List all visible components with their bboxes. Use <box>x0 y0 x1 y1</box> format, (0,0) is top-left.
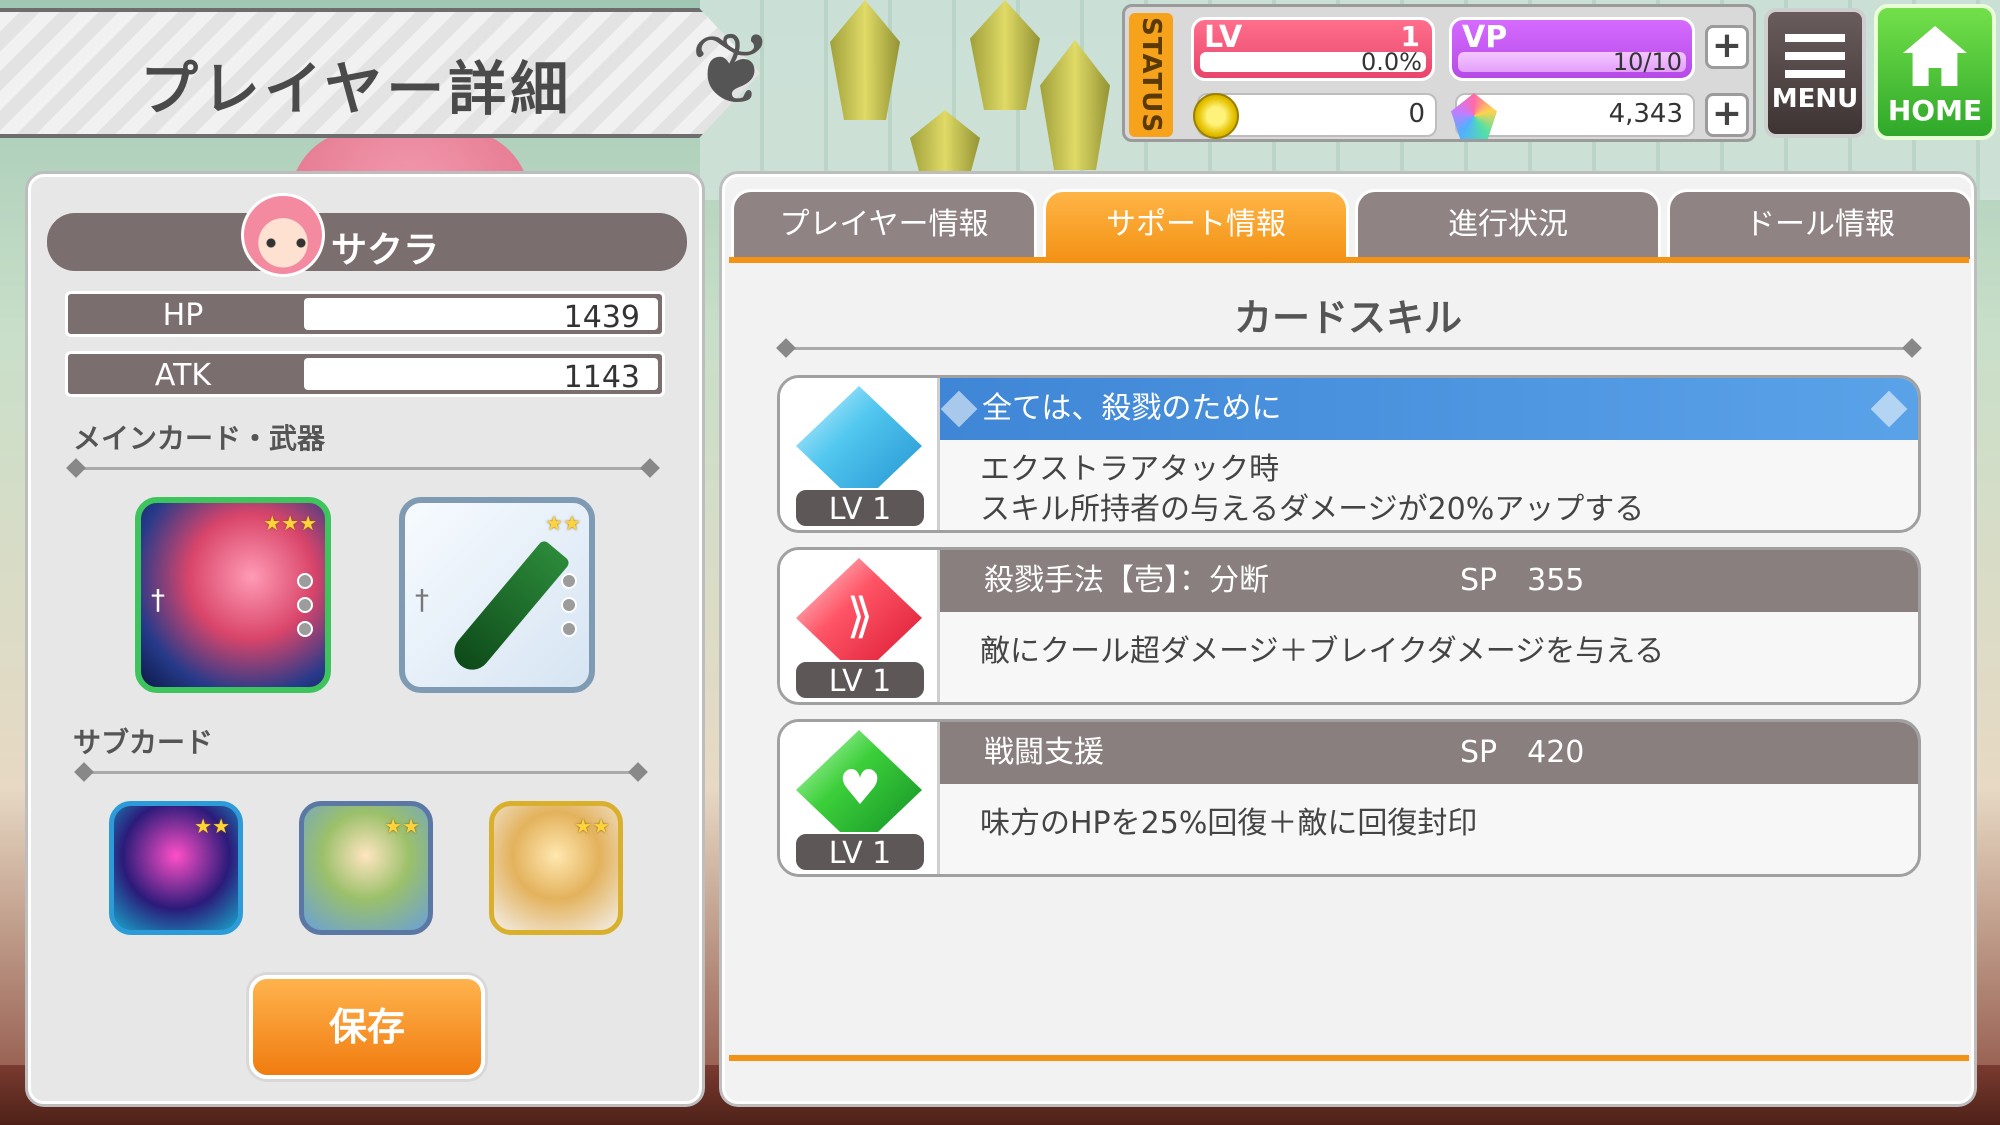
skill-level: LV 1 <box>794 660 926 700</box>
slot-dots <box>561 573 579 645</box>
ornament-icon: ❦ <box>690 11 774 128</box>
player-name-bar: サクラ <box>47 193 687 277</box>
level-gauge: LV 1 0.0% <box>1191 17 1435 81</box>
slot-dots <box>297 573 315 645</box>
rarity-stars-icon: ★★ <box>545 511 581 535</box>
status-tab[interactable]: STATUS <box>1129 13 1173 137</box>
sub-card-3[interactable]: ★★ <box>489 801 623 935</box>
gem-icon <box>1451 93 1497 139</box>
rarity-stars-icon: ★★ <box>574 814 610 838</box>
main-card-section-label: メインカード・武器 <box>73 422 326 455</box>
weapon-blade-icon <box>447 538 571 678</box>
sub-card-1[interactable]: ★★ <box>109 801 243 935</box>
player-name: サクラ <box>331 230 440 271</box>
skill-level: LV 1 <box>794 832 926 872</box>
coin-value: 0 <box>1408 99 1425 129</box>
skill-desc-line: 敵にクール超ダメージ＋ブレイクダメージを与える <box>980 634 1665 669</box>
save-button[interactable]: 保存 <box>249 975 485 1079</box>
tab-progress[interactable]: 進行状況 <box>1355 189 1661 259</box>
skill-card-1[interactable]: LV 1 全ては、殺戮のために エクストラアタック時 スキル所持者の与えるダメー… <box>777 375 1921 533</box>
title-banner: プレイヤー詳細 <box>0 8 760 138</box>
skill-card-3[interactable]: ♥ LV 1 戦闘支援 SP 420 味方のHPを25%回復＋敵に回復封印 <box>777 719 1921 877</box>
menu-button[interactable]: MENU <box>1764 8 1866 138</box>
slash-icon: ⟫ <box>846 588 874 644</box>
skill-name: 全ては、殺戮のために <box>982 391 1282 426</box>
rarity-stars-icon: ★★ <box>194 814 230 838</box>
home-icon <box>1903 26 1967 86</box>
rarity-stars-icon: ★★★ <box>263 511 317 535</box>
page-title: プレイヤー詳細 <box>140 55 573 123</box>
vp-plus-button[interactable]: + <box>1705 25 1749 69</box>
tab-underline <box>729 257 1969 263</box>
vp-gauge: VP 10/10 <box>1449 17 1695 81</box>
skill-description: エクストラアタック時 スキル所持者の与えるダメージが20%アップする <box>980 450 1898 530</box>
skill-sp: SP 355 <box>1460 563 1585 598</box>
coin-icon <box>1193 93 1239 139</box>
weapon-card[interactable]: ★★ † <box>399 497 595 693</box>
atk-stat: ATK 1143 <box>65 351 665 397</box>
sword-icon: † <box>151 583 165 616</box>
skill-description: 味方のHPを25%回復＋敵に回復封印 <box>980 804 1898 844</box>
tab-bar: プレイヤー情報 サポート情報 進行状況 ドール情報 <box>731 189 1973 259</box>
level-label: LV <box>1204 20 1243 55</box>
skill-header: 戦闘支援 SP 420 <box>940 722 1918 784</box>
skill-desc-line: エクストラアタック時 <box>980 452 1280 487</box>
rarity-stars-icon: ★★ <box>384 814 420 838</box>
player-panel: サクラ HP 1439 ATK 1143 メインカード・武器 ★★★ † ★★ … <box>28 174 702 1104</box>
heart-sparkle-icon: ♥ <box>838 760 882 816</box>
info-panel: プレイヤー情報 サポート情報 進行状況 ドール情報 カードスキル LV 1 全て… <box>722 174 1974 1104</box>
sub-card-section-label: サブカード <box>73 726 214 759</box>
tab-support-info[interactable]: サポート情報 <box>1043 189 1349 259</box>
skill-icon: ♥ LV 1 <box>780 722 940 874</box>
tab-doll-info[interactable]: ドール情報 <box>1667 189 1973 259</box>
card-skill-title: カードスキル <box>1233 296 1462 340</box>
hp-stat: HP 1439 <box>65 291 665 337</box>
sub-card-2[interactable]: ★★ <box>299 801 433 935</box>
section-divider <box>783 347 1915 350</box>
skill-icon: ⟫ LV 1 <box>780 550 940 702</box>
hp-value: 1439 <box>563 300 640 335</box>
skill-sp: SP 420 <box>1460 735 1585 770</box>
atk-value: 1143 <box>563 360 640 395</box>
menu-icon <box>1785 34 1845 78</box>
skill-icon: LV 1 <box>780 378 940 530</box>
gem-counter: 4,343 <box>1451 93 1695 139</box>
skill-description: 敵にクール超ダメージ＋ブレイクダメージを与える <box>980 632 1898 672</box>
home-button[interactable]: HOME <box>1874 4 1996 140</box>
tab-player-info[interactable]: プレイヤー情報 <box>731 189 1037 259</box>
skill-desc-line: 味方のHPを25%回復＋敵に回復封印 <box>980 806 1478 841</box>
skill-header: 全ては、殺戮のために <box>940 378 1918 440</box>
section-divider <box>81 771 641 774</box>
sword-icon: † <box>415 583 429 616</box>
coin-counter: 0 <box>1193 93 1437 139</box>
gem-value: 4,343 <box>1608 99 1683 129</box>
gem-plus-button[interactable]: + <box>1705 93 1749 137</box>
skill-level: LV 1 <box>794 488 926 528</box>
skill-name: 殺戮手法【壱】：分断 <box>984 563 1269 598</box>
skill-desc-line: スキル所持者の与えるダメージが20%アップする <box>980 492 1645 527</box>
home-label: HOME <box>1887 94 1983 127</box>
menu-label: MENU <box>1771 84 1859 114</box>
skill-card-2[interactable]: ⟫ LV 1 殺戮手法【壱】：分断 SP 355 敵にクール超ダメージ＋ブレイク… <box>777 547 1921 705</box>
atk-label: ATK <box>154 358 212 393</box>
status-bar: STATUS LV 1 0.0% VP 10/10 + 0 4,343 + <box>1122 4 1756 142</box>
level-percent: 0.0% <box>1361 48 1422 76</box>
diamond-icon <box>940 390 978 428</box>
character-avatar-icon <box>241 193 325 277</box>
vp-value: 10/10 <box>1612 48 1682 76</box>
diamond-icon <box>1870 390 1908 428</box>
hp-label: HP <box>162 298 204 333</box>
main-card[interactable]: ★★★ † <box>135 497 331 693</box>
section-divider <box>73 467 653 470</box>
skill-header: 殺戮手法【壱】：分断 SP 355 <box>940 550 1918 612</box>
panel-bottom-line <box>729 1055 1969 1061</box>
skill-name: 戦闘支援 <box>984 735 1104 770</box>
vp-label: VP <box>1462 20 1508 55</box>
